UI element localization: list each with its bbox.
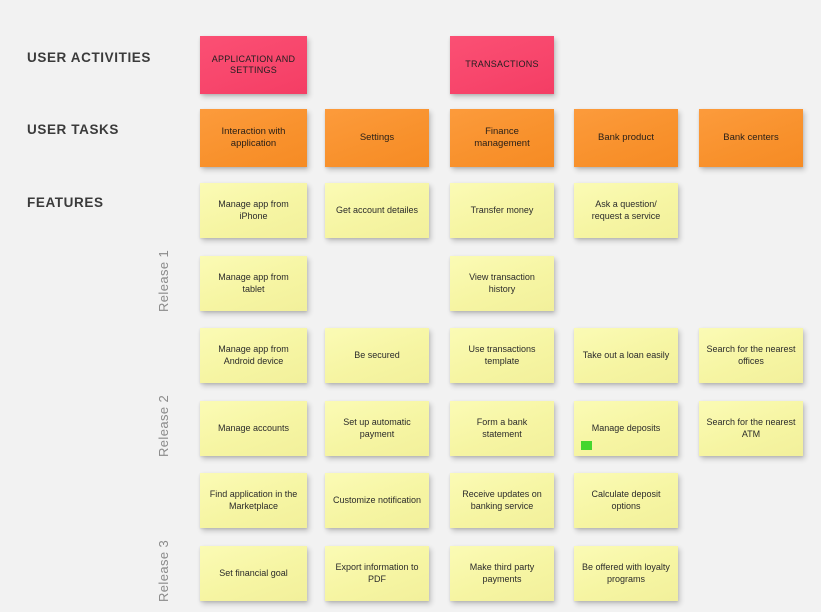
feature-card-set-up-automatic-payment[interactable]: Set up automatic payment <box>325 401 429 456</box>
feature-card-customize-notification[interactable]: Customize notification <box>325 473 429 528</box>
feature-card-label: Ask a question/ request a service <box>591 199 661 221</box>
feature-card-label: Find application in the Marketplace <box>209 489 298 511</box>
feature-card-label: Receive updates on banking service <box>462 489 542 511</box>
row-label-features: FEATURES <box>27 195 104 210</box>
feature-card-manage-app-android[interactable]: Manage app from Android device <box>200 328 307 383</box>
feature-card-manage-accounts[interactable]: Manage accounts <box>200 401 307 456</box>
feature-card-label: Transfer money <box>470 204 534 215</box>
feature-card-label: Set up automatic payment <box>343 417 411 439</box>
feature-card-label: Take out a loan easily <box>582 349 670 360</box>
feature-card-label: Get account detailes <box>335 204 419 215</box>
feature-card-label: Be secured <box>354 349 400 360</box>
feature-card-loyalty-programs[interactable]: Be offered with loyalty programs <box>574 546 678 601</box>
feature-card-search-nearest-offices[interactable]: Search for the nearest offices <box>699 328 803 383</box>
task-card-label: Finance management <box>474 126 530 149</box>
feature-card-find-application-marketplace[interactable]: Find application in the Marketplace <box>200 473 307 528</box>
feature-card-calculate-deposit-options[interactable]: Calculate deposit options <box>574 473 678 528</box>
feature-card-manage-app-iphone[interactable]: Manage app from iPhone <box>200 183 307 238</box>
feature-card-label: Manage app from tablet <box>218 272 289 294</box>
feature-card-be-secured[interactable]: Be secured <box>325 328 429 383</box>
task-card-finance-management[interactable]: Finance management <box>450 109 554 167</box>
task-card-bank-product[interactable]: Bank product <box>574 109 678 167</box>
feature-card-transfer-money[interactable]: Transfer money <box>450 183 554 238</box>
feature-card-label: Export information to PDF <box>335 562 419 584</box>
feature-card-get-account-detailes[interactable]: Get account detailes <box>325 183 429 238</box>
feature-card-label: Customize notification <box>332 494 422 505</box>
feature-card-label: View transaction history <box>469 272 535 294</box>
task-card-bank-centers[interactable]: Bank centers <box>699 109 803 167</box>
feature-card-make-third-party-payments[interactable]: Make third party payments <box>450 546 554 601</box>
feature-card-label: Manage app from iPhone <box>218 199 289 221</box>
feature-card-export-information-pdf[interactable]: Export information to PDF <box>325 546 429 601</box>
activity-card-transactions[interactable]: TRANSACTIONS <box>450 36 554 94</box>
feature-card-label: Be offered with loyalty programs <box>582 562 670 584</box>
feature-card-label: Calculate deposit options <box>591 489 661 511</box>
activity-card-label: TRANSACTIONS <box>465 59 539 70</box>
feature-card-use-transactions-template[interactable]: Use transactions template <box>450 328 554 383</box>
row-label-user-tasks: USER TASKS <box>27 122 120 137</box>
feature-card-label: Manage accounts <box>217 422 290 433</box>
feature-card-view-transaction-history[interactable]: View transaction history <box>450 256 554 311</box>
feature-card-label: Manage deposits <box>591 422 661 433</box>
feature-card-label: Search for the nearest offices <box>706 344 796 366</box>
feature-card-set-financial-goal[interactable]: Set financial goal <box>200 546 307 601</box>
status-chip-green <box>581 441 592 450</box>
feature-card-label: Set financial goal <box>219 567 288 578</box>
feature-card-label: Make third party payments <box>469 562 535 584</box>
row-label-user-activities: USER ACTIVITIES <box>27 50 152 65</box>
feature-card-take-out-a-loan[interactable]: Take out a loan easily <box>574 328 678 383</box>
task-card-settings[interactable]: Settings <box>325 109 429 167</box>
task-card-label: Interaction with application <box>221 126 286 149</box>
feature-card-label: Search for the nearest ATM <box>706 417 796 439</box>
feature-card-label: Form a bank statement <box>476 417 528 439</box>
feature-card-ask-a-question[interactable]: Ask a question/ request a service <box>574 183 678 238</box>
task-card-label: Settings <box>359 132 395 144</box>
task-card-label: Bank product <box>598 132 654 144</box>
story-map-board: USER ACTIVITIES USER TASKS FEATURES Rele… <box>0 0 821 612</box>
feature-card-search-nearest-atm[interactable]: Search for the nearest ATM <box>699 401 803 456</box>
feature-card-label: Use transactions template <box>468 344 536 366</box>
task-card-label: Bank centers <box>723 132 779 144</box>
task-card-interaction-with-application[interactable]: Interaction with application <box>200 109 307 167</box>
activity-card-application-and-settings[interactable]: APPLICATION AND SETTINGS <box>200 36 307 94</box>
feature-card-receive-updates[interactable]: Receive updates on banking service <box>450 473 554 528</box>
activity-card-label: APPLICATION AND SETTINGS <box>211 53 296 75</box>
feature-card-manage-app-tablet[interactable]: Manage app from tablet <box>200 256 307 311</box>
feature-card-form-a-bank-statement[interactable]: Form a bank statement <box>450 401 554 456</box>
feature-card-manage-deposits[interactable]: Manage deposits <box>574 401 678 456</box>
feature-card-label: Manage app from Android device <box>218 344 289 366</box>
